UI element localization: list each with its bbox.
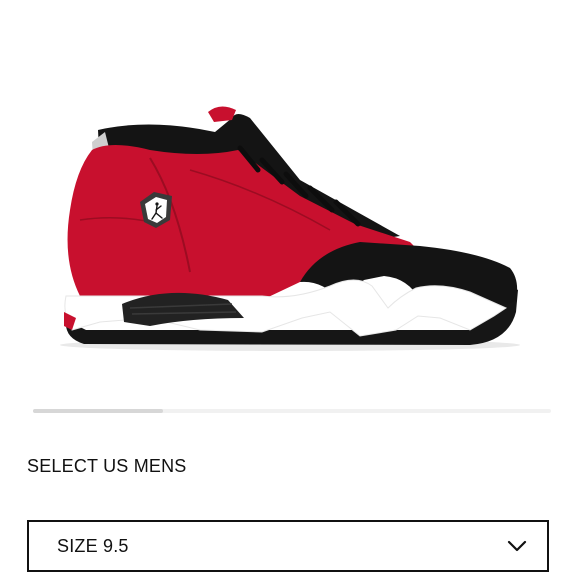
- image-carousel-indicator[interactable]: [33, 409, 551, 413]
- carousel-active-thumb: [33, 409, 163, 413]
- selected-size: SIZE 9.5: [57, 535, 129, 556]
- chevron-down-icon: [507, 540, 527, 552]
- product-image[interactable]: [0, 0, 580, 400]
- size-heading: SELECT US MENS: [27, 456, 187, 476]
- sneaker-image: [60, 106, 520, 351]
- size-select[interactable]: SIZE 9.5: [27, 520, 549, 572]
